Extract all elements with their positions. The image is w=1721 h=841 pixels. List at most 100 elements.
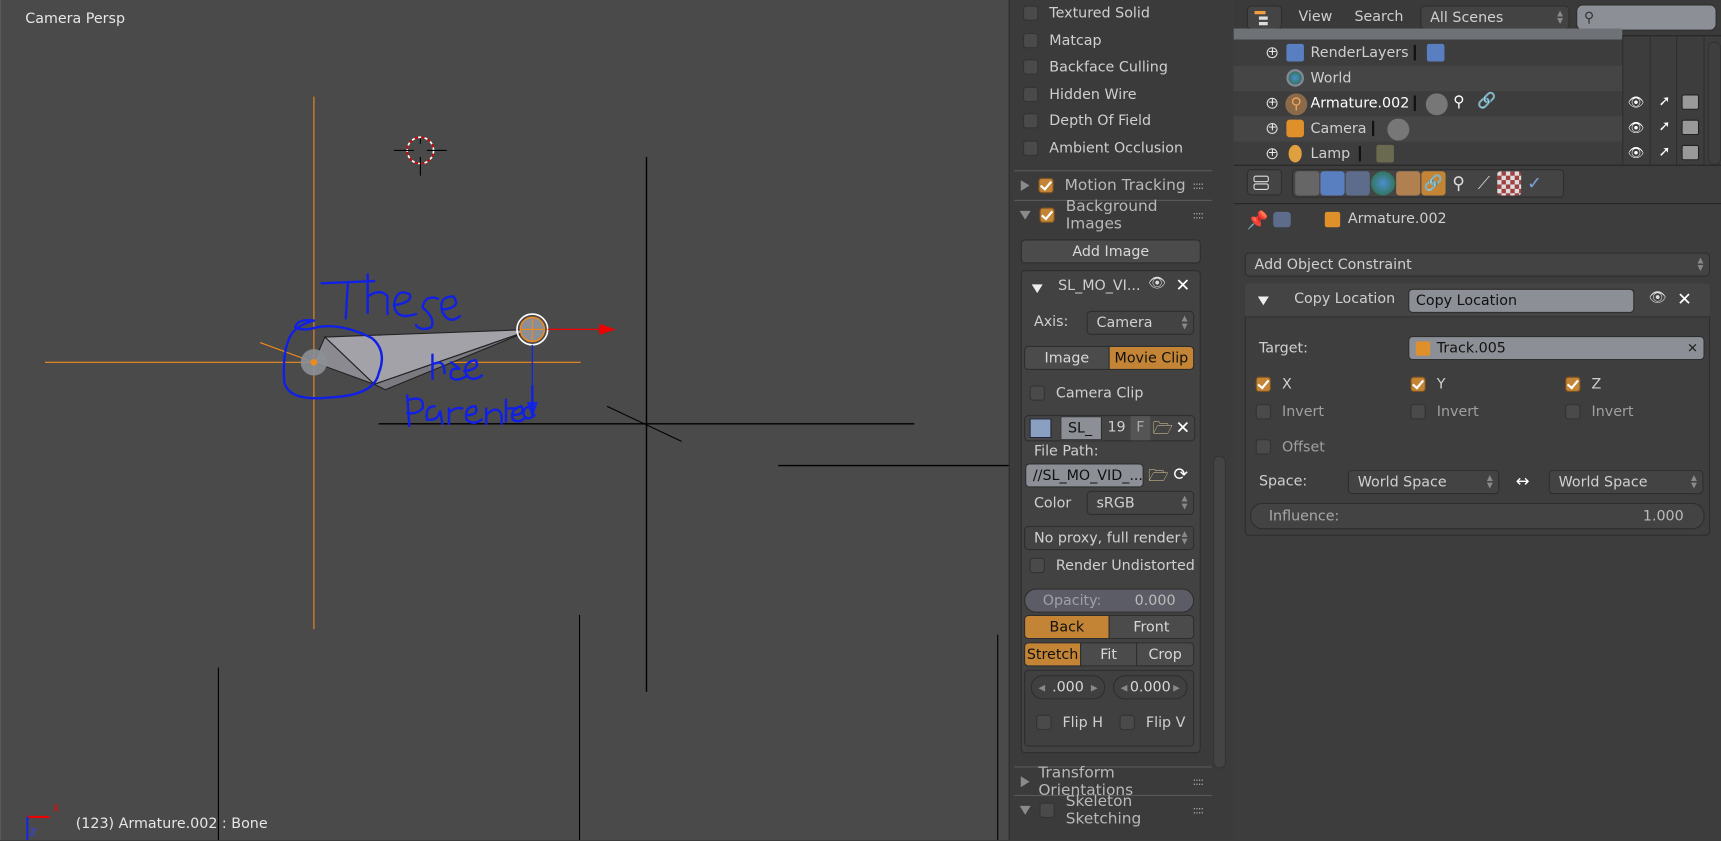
- axis-x-option[interactable]: X: [1255, 373, 1292, 395]
- add-object-constraint-dropdown[interactable]: Add Object Constraint ▲ ▼: [1244, 252, 1711, 277]
- expand-icon[interactable]: +: [1266, 47, 1278, 59]
- option-backface-culling[interactable]: Backface Culling: [1022, 56, 1168, 78]
- outliner-scrollbar[interactable]: [1707, 41, 1721, 165]
- scene-row-partial[interactable]: [1233, 28, 1623, 40]
- offset-x-field[interactable]: ◀ .000 ▶: [1030, 675, 1106, 700]
- expand-icon[interactable]: +: [1266, 122, 1278, 134]
- open-folder-icon[interactable]: 🗁: [1152, 417, 1172, 444]
- checkbox[interactable]: [1036, 714, 1052, 731]
- opacity-slider[interactable]: Opacity: 0.000: [1024, 588, 1195, 613]
- checkbox[interactable]: [1022, 113, 1039, 129]
- tab-scene-icon[interactable]: [1345, 171, 1370, 196]
- frame-tab-fit[interactable]: Fit: [1080, 642, 1138, 667]
- tab-object-icon[interactable]: [1396, 171, 1421, 196]
- background-images-checkbox[interactable]: [1039, 207, 1055, 223]
- render-camera-icon[interactable]: [1681, 94, 1700, 110]
- source-tab-movie-clip[interactable]: Movie Clip: [1108, 345, 1195, 371]
- influence-slider[interactable]: Influence: 1.000: [1250, 502, 1705, 530]
- expand-icon[interactable]: +: [1266, 148, 1278, 160]
- proxy-dropdown[interactable]: No proxy, full render ▲ ▼: [1024, 525, 1195, 551]
- checkbox[interactable]: [1022, 32, 1039, 49]
- frame-tab-stretch[interactable]: Stretch: [1024, 642, 1082, 667]
- reload-icon[interactable]: ⟳: [1173, 463, 1188, 484]
- checkbox[interactable]: [1119, 714, 1135, 731]
- tab-texture-icon[interactable]: [1497, 171, 1522, 196]
- checkbox[interactable]: [1255, 404, 1272, 420]
- checkbox[interactable]: [1410, 404, 1426, 420]
- option-matcap[interactable]: Matcap: [1022, 30, 1102, 52]
- render-undistorted-option[interactable]: Render Undistorted: [1029, 554, 1195, 576]
- color-space-dropdown[interactable]: sRGB ▲ ▼: [1086, 490, 1195, 515]
- drag-grip-icon[interactable]: ::::: [1193, 209, 1205, 221]
- constraint-name-input[interactable]: Copy Location: [1408, 288, 1635, 313]
- outliner-row-camera[interactable]: + Camera: [1233, 116, 1623, 142]
- expand-icon[interactable]: +: [1266, 97, 1278, 109]
- owner-space-dropdown[interactable]: World Space ▲ ▼: [1347, 469, 1500, 495]
- invert-z-option[interactable]: Invert: [1565, 401, 1633, 423]
- depth-tab-back[interactable]: Back: [1024, 614, 1110, 640]
- tab-world-icon[interactable]: [1370, 171, 1396, 196]
- checkbox[interactable]: [1022, 59, 1039, 75]
- outliner-row-world[interactable]: World: [1233, 65, 1623, 92]
- invert-y-option[interactable]: Invert: [1410, 401, 1479, 423]
- view-menu[interactable]: View: [1298, 9, 1332, 25]
- drag-grip-icon[interactable]: ::::: [1193, 776, 1205, 788]
- eye-icon[interactable]: 👁: [1628, 145, 1645, 160]
- editor-type-button[interactable]: [1246, 5, 1282, 30]
- remove-image-close-icon[interactable]: ✕: [1176, 275, 1191, 296]
- option-textured-solid[interactable]: Textured Solid: [1022, 2, 1150, 24]
- checkbox[interactable]: [1022, 140, 1039, 156]
- eye-icon[interactable]: 👁: [1628, 120, 1645, 135]
- checkbox[interactable]: [1565, 376, 1581, 392]
- option-depth-of-field[interactable]: Depth Of Field: [1022, 110, 1151, 132]
- tab-bone-icon[interactable]: ⟋: [1472, 171, 1496, 195]
- target-space-dropdown[interactable]: World Space ▲ ▼: [1548, 469, 1704, 495]
- eye-icon[interactable]: 👁: [1628, 94, 1645, 109]
- outliner-search-input[interactable]: ⚲: [1576, 4, 1717, 31]
- panel-background-images[interactable]: Background Images ::::: [1014, 198, 1212, 233]
- tab-physics-icon[interactable]: ✓: [1522, 171, 1546, 195]
- offset-y-field[interactable]: ◀ 0.000 ▶: [1112, 675, 1188, 700]
- pin-icon[interactable]: 📌: [1247, 210, 1269, 231]
- target-object-field[interactable]: Track.005 ✕: [1408, 335, 1705, 361]
- constraint-collapse-triangle-icon[interactable]: [1257, 296, 1269, 306]
- checkbox[interactable]: [1022, 86, 1039, 103]
- scene-filter-dropdown[interactable]: All Scenes ▲ ▼: [1420, 5, 1570, 30]
- fake-user-toggle[interactable]: F: [1130, 416, 1151, 441]
- cursor-icon[interactable]: ➚: [1658, 144, 1670, 160]
- clear-target-x-icon[interactable]: ✕: [1687, 340, 1698, 355]
- outliner-row-lamp[interactable]: + Lamp: [1234, 142, 1623, 167]
- drag-grip-icon[interactable]: ::::: [1193, 804, 1205, 816]
- axis-z-option[interactable]: Z: [1565, 373, 1601, 395]
- motion-tracking-checkbox[interactable]: [1038, 177, 1054, 194]
- render-camera-icon[interactable]: [1681, 144, 1700, 161]
- option-hidden-wire[interactable]: Hidden Wire: [1022, 83, 1137, 105]
- panel-motion-tracking[interactable]: Motion Tracking ::::: [1014, 170, 1212, 200]
- option-ambient-occlusion[interactable]: Ambient Occlusion: [1022, 137, 1183, 159]
- cursor-icon[interactable]: ➚: [1658, 119, 1670, 135]
- frame-tab-crop[interactable]: Crop: [1136, 642, 1195, 667]
- outliner-row-armature[interactable]: + ⚲ Armature.002 ⚲ 🔗: [1234, 91, 1623, 116]
- tab-render-layers-icon[interactable]: [1320, 171, 1345, 196]
- item-collapse-triangle-icon[interactable]: [1031, 284, 1043, 294]
- axis-y-option[interactable]: Y: [1410, 373, 1445, 395]
- constraint-visibility-eye-icon[interactable]: 👁: [1649, 290, 1667, 306]
- checkbox[interactable]: [1255, 439, 1272, 455]
- 3d-viewport[interactable]: Camera Persp X Z (123) Armature.002 : Bo…: [0, 0, 1010, 840]
- movie-clip-browse-icon[interactable]: [1029, 418, 1052, 439]
- offset-option[interactable]: Offset: [1255, 436, 1325, 458]
- flip-h-option[interactable]: Flip H: [1036, 712, 1103, 734]
- unlink-clip-close-icon[interactable]: ✕: [1176, 417, 1191, 438]
- delete-constraint-close-icon[interactable]: ✕: [1677, 289, 1692, 310]
- checkbox[interactable]: [1410, 376, 1426, 392]
- tab-render-camera-icon[interactable]: [1295, 171, 1320, 196]
- checkbox[interactable]: [1255, 376, 1272, 392]
- checkbox[interactable]: [1029, 557, 1045, 574]
- invert-x-option[interactable]: Invert: [1255, 401, 1324, 423]
- clip-name-field[interactable]: SL_: [1060, 416, 1102, 441]
- search-menu[interactable]: Search: [1354, 9, 1403, 25]
- skeleton-sketching-checkbox[interactable]: [1039, 802, 1055, 819]
- panel-skeleton-sketching[interactable]: Skeleton Sketching ::::: [1014, 793, 1212, 828]
- render-camera-icon[interactable]: [1681, 119, 1700, 136]
- editor-type-button[interactable]: [1246, 169, 1282, 196]
